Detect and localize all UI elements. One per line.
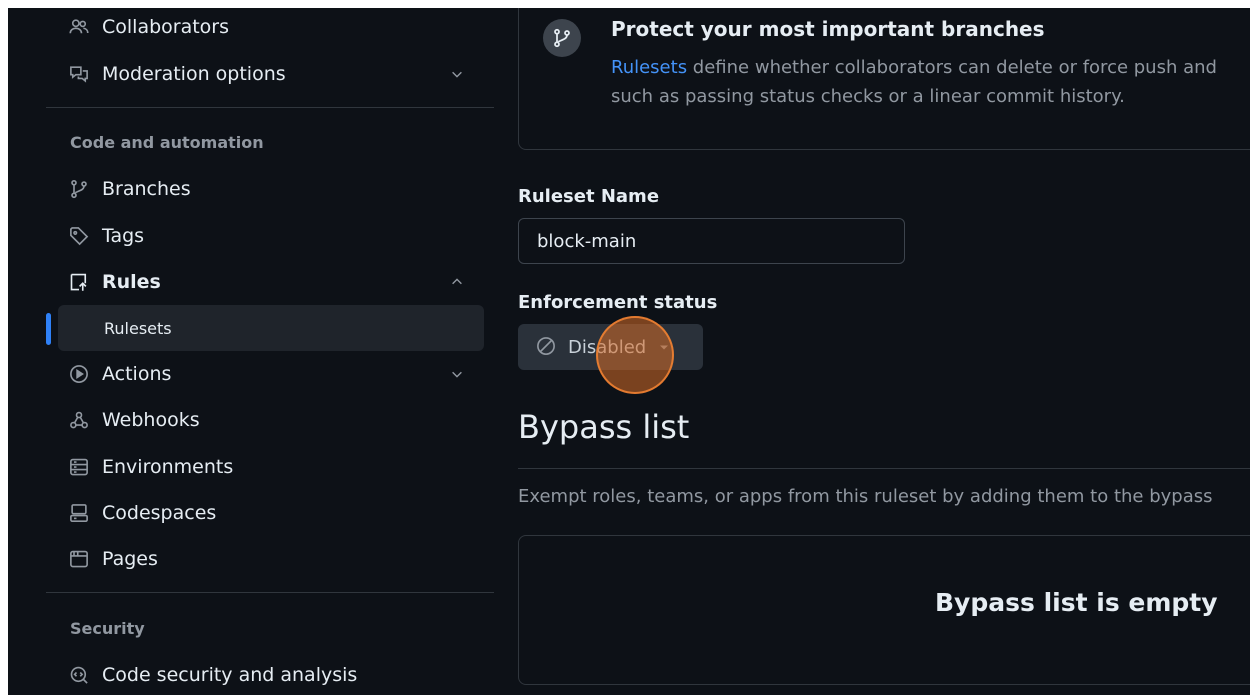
section-heading-code-automation: Code and automation [70,133,264,152]
sidebar-item-label: Webhooks [102,409,200,431]
ruleset-form: Protect your most important branches Rul… [518,8,1250,695]
bypass-list-empty-state: Bypass list is empty [518,535,1250,685]
ruleset-name-input[interactable] [518,218,905,264]
circle-slash-icon [536,336,558,358]
git-branch-icon [68,178,90,200]
sidebar-item-label: Moderation options [102,63,286,85]
sidebar-item-label: Code security and analysis [102,664,358,686]
sidebar-item-webhooks[interactable]: Webhooks [58,401,484,439]
chevron-down-icon [450,367,464,381]
sidebar-subitem-label: Rulesets [104,318,172,338]
empty-state-title: Bypass list is empty [935,588,1218,617]
browser-icon [68,548,90,570]
sidebar-item-label: Rules [102,271,161,293]
people-icon [68,16,90,38]
active-indicator [46,313,51,345]
codescan-icon [68,664,90,686]
chevron-down-icon [450,67,464,81]
sidebar-item-tags[interactable]: Tags [58,217,484,255]
sidebar-item-rules[interactable]: Rules [58,263,484,301]
sidebar-item-label: Pages [102,548,158,570]
comment-discussion-icon [68,63,90,85]
bypass-list-heading: Bypass list [518,408,690,446]
sidebar-divider [46,592,494,593]
click-indicator [596,316,674,394]
settings-sidebar: Collaborators Moderation options Code an… [46,8,496,695]
ruleset-name-label: Ruleset Name [518,186,660,207]
sidebar-item-branches[interactable]: Branches [58,170,484,208]
tag-icon [68,225,90,247]
bypass-list-description: Exempt roles, teams, or apps from this r… [518,486,1213,507]
git-branch-icon [543,19,581,57]
chevron-up-icon [450,275,464,289]
sidebar-item-moderation-options[interactable]: Moderation options [58,55,484,93]
sidebar-item-collaborators[interactable]: Collaborators [58,8,484,46]
server-icon [68,456,90,478]
sidebar-item-label: Collaborators [102,16,230,38]
sidebar-item-codespaces[interactable]: Codespaces [58,494,484,532]
banner-title: Protect your most important branches [611,17,1045,41]
webhook-icon [68,409,90,431]
sidebar-divider [46,107,494,108]
sidebar-item-code-security[interactable]: Code security and analysis [58,656,484,694]
rulesets-link[interactable]: Rulesets [611,57,687,78]
codespaces-icon [68,502,90,524]
sidebar-item-actions[interactable]: Actions [58,355,484,393]
protect-branches-banner: Protect your most important branches Rul… [518,8,1250,150]
sidebar-item-label: Branches [102,178,191,200]
section-heading-security: Security [70,619,145,638]
app-window: Collaborators Moderation options Code an… [8,8,1250,695]
sidebar-item-rulesets[interactable]: Rulesets [58,305,484,351]
sidebar-item-label: Tags [102,225,145,247]
section-divider [518,468,1250,469]
sidebar-item-label: Actions [102,363,172,385]
banner-desc-line2: such as passing status checks or a linea… [611,86,1125,107]
enforcement-status-label: Enforcement status [518,292,718,313]
sidebar-item-environments[interactable]: Environments [58,448,484,486]
rules-icon [68,271,90,293]
sidebar-item-label: Environments [102,456,234,478]
sidebar-item-pages[interactable]: Pages [58,540,484,578]
banner-description: Rulesets define whether collaborators ca… [611,53,1250,111]
banner-desc-line1: define whether collaborators can delete … [687,57,1217,78]
sidebar-item-label: Codespaces [102,502,217,524]
play-icon [68,363,90,385]
